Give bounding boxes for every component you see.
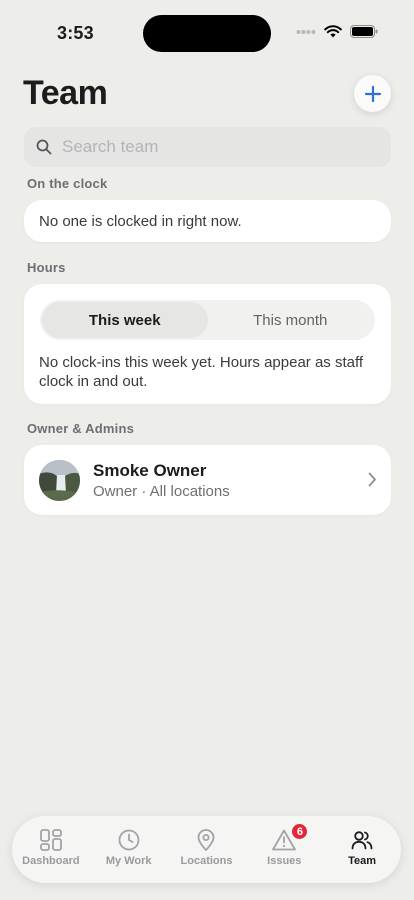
tab-this-month[interactable]: This month [208, 302, 374, 338]
dashboard-icon [39, 829, 62, 851]
member-name: Smoke Owner [93, 461, 207, 480]
dynamic-island [143, 15, 271, 52]
tab-locations[interactable]: Locations [168, 816, 246, 883]
hours-period-toggle: This week This month [40, 300, 375, 340]
tab-label-issues: Issues [267, 855, 302, 867]
member-role: Owner · All locations [93, 483, 230, 500]
search-bar[interactable] [24, 127, 391, 167]
tab-label-locations: Locations [180, 855, 233, 867]
section-label-owners-admins: Owner & Admins [27, 421, 135, 436]
hours-empty-text: No clock-ins this week yet. Hours appear… [39, 354, 364, 390]
status-bar: 3:53 [0, 0, 414, 60]
avatar [39, 460, 80, 501]
section-label-on-the-clock: On the clock [27, 176, 108, 191]
battery-icon [350, 25, 378, 38]
chevron-right-icon [368, 472, 376, 487]
wifi-icon [324, 25, 342, 38]
people-icon [351, 831, 373, 850]
search-icon [36, 139, 52, 155]
status-icons [296, 25, 378, 38]
tab-label-my-work: My Work [105, 855, 152, 867]
add-member-button[interactable] [354, 75, 391, 112]
member-row[interactable]: Smoke Owner Owner · All locations [24, 445, 391, 515]
tab-label-team: Team [348, 855, 377, 867]
clock-icon [118, 829, 140, 851]
tab-label-dashboard: Dashboard [22, 855, 80, 867]
tab-dashboard[interactable]: Dashboard [12, 816, 90, 883]
tab-team[interactable]: Team [323, 816, 401, 883]
page-title: Team [23, 74, 108, 112]
tab-bar: Dashboard My Work Locations 6 Issues Tea… [12, 816, 401, 883]
on-the-clock-empty-text: No one is clocked in right now. [39, 213, 242, 230]
plus-icon [364, 85, 381, 102]
on-the-clock-card: No one is clocked in right now. [24, 200, 391, 242]
search-input[interactable] [62, 137, 362, 157]
status-time: 3:53 [57, 23, 94, 43]
issues-badge: 6 [291, 823, 309, 840]
section-label-hours: Hours [27, 260, 66, 275]
hours-card: This week This month No clock-ins this w… [24, 284, 391, 404]
tab-my-work[interactable]: My Work [90, 816, 168, 883]
tab-this-week[interactable]: This week [42, 302, 208, 338]
tab-issues[interactable]: 6 Issues [245, 816, 323, 883]
location-pin-icon [198, 829, 215, 852]
signal-icon [296, 29, 316, 34]
